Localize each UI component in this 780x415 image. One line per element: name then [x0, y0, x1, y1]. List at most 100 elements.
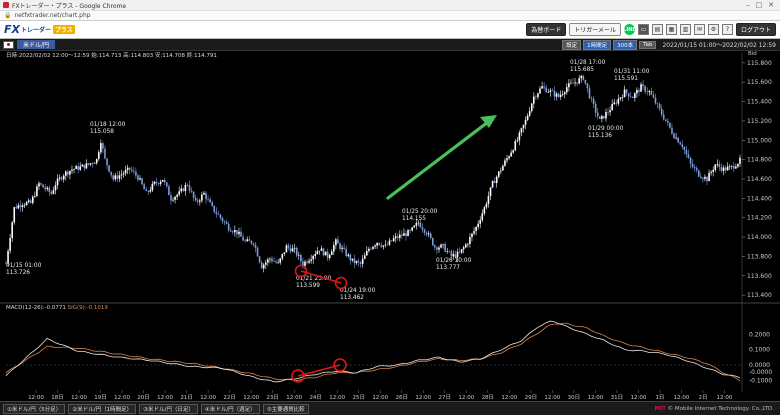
candle — [124, 170, 127, 174]
candle — [526, 115, 529, 120]
candle — [487, 196, 490, 204]
candle — [326, 251, 329, 259]
candle — [648, 91, 651, 93]
annotation-date: 01/18 12:00 — [90, 122, 126, 128]
candle — [71, 169, 73, 171]
candle — [328, 255, 331, 259]
candle — [229, 230, 232, 232]
candle — [631, 97, 634, 98]
candle — [13, 207, 16, 223]
candle — [341, 247, 343, 249]
chart-tab-5[interactable]: ⑤主要通貨比較 — [262, 403, 309, 414]
candle — [351, 258, 354, 261]
price-tick-label: 114.200 — [747, 215, 772, 222]
candle — [234, 230, 236, 233]
candle — [42, 184, 44, 188]
candle — [737, 163, 739, 167]
candle — [702, 177, 704, 179]
candle — [372, 246, 374, 250]
candle — [376, 242, 378, 246]
candle — [38, 183, 40, 187]
candle — [52, 190, 55, 194]
x-tick-label: 28日 — [482, 394, 495, 401]
candle — [625, 89, 628, 94]
candle — [207, 199, 209, 200]
candle — [201, 194, 203, 201]
chart-tab-1[interactable]: ①米ドル/円（5分足） — [3, 403, 66, 414]
candle — [708, 172, 710, 182]
candle — [87, 163, 90, 165]
candle — [417, 222, 420, 224]
chart-tabs: ①米ドル/円（5分足） ②米ドル/円（1時間足） ③米ドル/円（日足） ④米ドル… — [0, 401, 780, 415]
candle — [359, 262, 362, 264]
candle — [638, 90, 640, 92]
chart-tab-3[interactable]: ③米ドル/円（日足） — [139, 403, 198, 414]
x-tick-label: 26日 — [396, 394, 409, 401]
candle — [149, 190, 152, 192]
candle — [295, 247, 298, 256]
candle — [277, 262, 279, 264]
candle — [357, 261, 360, 263]
chart-tab-4[interactable]: ④米ドル/円（週足） — [200, 403, 260, 414]
uptrend-arrow — [386, 120, 490, 200]
candle — [650, 91, 653, 95]
candle — [79, 166, 82, 170]
candle — [128, 167, 131, 170]
x-tick-label: 22日 — [223, 394, 236, 401]
candle — [429, 233, 432, 238]
candle — [250, 240, 253, 244]
candle — [279, 258, 282, 263]
candle — [646, 91, 649, 93]
candle — [615, 102, 618, 104]
price-chart[interactable]: 115.800 115.600 115.400 115.200 115.000 114.8… — [0, 0, 780, 414]
candle — [240, 231, 242, 237]
candle — [244, 240, 246, 242]
candle — [617, 98, 620, 104]
candle — [271, 258, 273, 262]
candle — [75, 166, 77, 170]
candle — [658, 104, 661, 109]
candle — [15, 207, 18, 209]
candle — [662, 114, 665, 120]
candle — [464, 244, 467, 248]
candle — [285, 245, 288, 253]
candle — [225, 222, 228, 225]
candle — [25, 202, 28, 206]
candle — [335, 239, 337, 246]
annotation-date: 01/26 10:00 — [436, 258, 472, 264]
candle — [706, 176, 708, 182]
annotation-value: 113.599 — [296, 283, 320, 289]
candle — [438, 247, 440, 250]
chart-tab-2[interactable]: ②米ドル/円（1時間足） — [68, 403, 137, 414]
candle — [388, 240, 391, 245]
candle — [683, 146, 686, 150]
candle — [592, 98, 595, 105]
candle — [122, 173, 125, 175]
candle — [603, 115, 605, 119]
candle — [634, 93, 636, 98]
candle — [493, 181, 496, 184]
candle — [506, 158, 508, 161]
candle — [735, 166, 737, 169]
candle — [582, 75, 585, 80]
candle — [660, 108, 663, 115]
candle — [469, 237, 471, 245]
candle — [209, 199, 211, 203]
candle — [349, 254, 352, 261]
candle — [563, 92, 566, 94]
candle — [254, 244, 257, 248]
annotation-value: 113.777 — [436, 265, 460, 271]
candle — [238, 231, 240, 235]
candle — [374, 245, 376, 247]
candle — [640, 84, 642, 92]
candle — [118, 175, 121, 179]
candle — [205, 192, 207, 200]
annotation-value: 115.591 — [614, 76, 638, 82]
candle — [642, 84, 644, 87]
candle — [413, 225, 416, 228]
candle — [619, 97, 622, 99]
candle — [621, 97, 624, 98]
annotation-date: 01/24 19:00 — [340, 288, 376, 294]
candle — [669, 122, 671, 128]
x-tick-label: 21日 — [180, 394, 193, 401]
